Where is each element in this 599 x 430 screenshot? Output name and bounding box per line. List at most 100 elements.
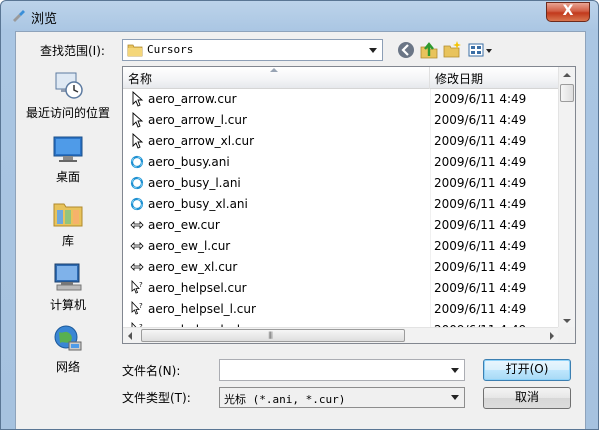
- file-name: aero_busy_xl.ani: [148, 197, 248, 211]
- file-name-label: 文件名(N):: [122, 364, 181, 378]
- scrollbar-corner: [558, 327, 575, 343]
- place-label: 计算机: [49, 298, 86, 312]
- file-row[interactable]: aero_ew.cur 2009/6/11 4:49: [123, 215, 559, 236]
- desktop-icon: [53, 136, 83, 162]
- file-row[interactable]: aero_arrow_xl.cur 2009/6/11 4:49: [123, 131, 559, 152]
- place-libraries[interactable]: 库: [16, 196, 120, 249]
- scroll-thumb[interactable]: |||: [141, 329, 405, 342]
- file-type-label: 文件类型(T):: [122, 391, 191, 405]
- window-title: 浏览: [31, 12, 58, 27]
- file-row[interactable]: ? aero_helpsel.cur 2009/6/11 4:49: [123, 278, 559, 299]
- scroll-thumb[interactable]: [560, 84, 574, 102]
- busy-cursor-icon: [130, 155, 144, 169]
- svg-text:?: ?: [139, 281, 143, 289]
- file-name: aero_busy.ani: [148, 155, 230, 169]
- recent-places-icon: [55, 72, 83, 99]
- file-date: 2009/6/11 4:49: [434, 260, 527, 274]
- file-rows: aero_arrow.cur 2009/6/11 4:49 aero_arrow_l…: [123, 89, 559, 329]
- look-in-value: Cursors: [147, 43, 194, 56]
- file-row[interactable]: aero_arrow.cur 2009/6/11 4:49: [123, 89, 559, 110]
- svg-text:?: ?: [139, 302, 143, 310]
- list-header: 名称 修改日期: [123, 67, 559, 89]
- help-cursor-icon: ?: [131, 280, 143, 294]
- place-label: 最近访问的位置: [25, 106, 110, 120]
- column-header-date[interactable]: 修改日期: [430, 67, 559, 89]
- file-name-combobox[interactable]: [219, 359, 465, 381]
- dialog-client: 查找范围(I): Cursors 最近访问的位置 桌面 库 计算机 网络 名称 …: [15, 31, 586, 429]
- file-row[interactable]: aero_busy_xl.ani 2009/6/11 4:49: [123, 194, 559, 215]
- busy-cursor-icon: [130, 176, 144, 190]
- look-in-label: 查找范围(I):: [40, 44, 105, 58]
- scroll-up-icon[interactable]: [563, 73, 571, 77]
- place-computer[interactable]: 计算机: [16, 260, 120, 313]
- file-row[interactable]: ? aero_helpsel_l.cur 2009/6/11 4:49: [123, 299, 559, 320]
- file-date: 2009/6/11 4:49: [434, 113, 527, 127]
- file-date: 2009/6/11 4:49: [434, 155, 527, 169]
- sort-ascending-icon: [270, 68, 278, 72]
- libraries-icon: [53, 203, 83, 227]
- places-bar: 最近访问的位置 桌面 库 计算机 网络: [16, 66, 120, 374]
- file-date: 2009/6/11 4:49: [434, 239, 527, 253]
- resize-ew-cursor-icon: [130, 221, 144, 229]
- place-network[interactable]: 网络: [16, 322, 120, 375]
- resize-ew-cursor-icon: [130, 242, 144, 250]
- title-bar[interactable]: 浏览 X: [1, 1, 598, 31]
- arrow-cursor-icon: [132, 91, 144, 107]
- file-name: aero_arrow_xl.cur: [148, 134, 255, 148]
- cancel-button[interactable]: 取消: [483, 387, 571, 409]
- folder-icon: [127, 44, 143, 57]
- busy-cursor-icon: [130, 197, 144, 211]
- place-recent[interactable]: 最近访问的位置: [16, 68, 120, 121]
- file-type-select[interactable]: 光标 (*.ani, *.cur): [219, 387, 465, 408]
- file-name: aero_ew_l.cur: [148, 239, 231, 253]
- place-desktop[interactable]: 桌面: [16, 132, 120, 185]
- file-row[interactable]: aero_ew_l.cur 2009/6/11 4:49: [123, 236, 559, 257]
- resize-ew-cursor-icon: [130, 263, 144, 271]
- vertical-scrollbar[interactable]: [558, 67, 575, 329]
- file-type-value: 光标 (*.ani, *.cur): [224, 393, 346, 406]
- horizontal-scrollbar[interactable]: |||: [123, 327, 559, 343]
- file-name: aero_ew_xl.cur: [148, 260, 238, 274]
- file-name: aero_arrow_l.cur: [148, 113, 247, 127]
- file-date: 2009/6/11 4:49: [434, 134, 527, 148]
- file-row[interactable]: aero_busy_l.ani 2009/6/11 4:49: [123, 173, 559, 194]
- place-label: 网络: [55, 360, 80, 374]
- file-date: 2009/6/11 4:49: [434, 302, 527, 316]
- file-name: aero_ew.cur: [148, 218, 220, 232]
- chevron-down-icon[interactable]: [451, 395, 459, 400]
- browse-icon: [13, 10, 25, 22]
- close-button[interactable]: X: [546, 2, 590, 22]
- file-date: 2009/6/11 4:49: [434, 176, 527, 190]
- open-button[interactable]: 打开(O): [483, 359, 571, 381]
- computer-icon: [54, 263, 82, 291]
- scroll-left-icon[interactable]: [128, 332, 132, 340]
- file-row[interactable]: aero_ew_xl.cur 2009/6/11 4:49: [123, 257, 559, 278]
- file-date: 2009/6/11 4:49: [434, 92, 527, 106]
- file-name: aero_helpsel_l.cur: [148, 302, 256, 316]
- scroll-down-icon[interactable]: [563, 319, 571, 323]
- file-date: 2009/6/11 4:49: [434, 197, 527, 211]
- place-label: 桌面: [55, 170, 80, 184]
- file-list[interactable]: 名称 修改日期 aero_arrow.cur 2009/6/11 4:49 aero…: [122, 66, 576, 344]
- column-header-name[interactable]: 名称: [123, 67, 430, 89]
- view-menu-icon[interactable]: [467, 40, 495, 60]
- file-row[interactable]: aero_busy.ani 2009/6/11 4:49: [123, 152, 559, 173]
- browse-dialog: 浏览 X 查找范围(I): Cursors 最近访问的位置 桌面 库 计算机 网…: [0, 0, 599, 430]
- arrow-cursor-icon: [132, 112, 144, 128]
- file-name: aero_helpsel.cur: [148, 281, 247, 295]
- new-folder-icon[interactable]: [442, 40, 462, 60]
- back-icon[interactable]: [396, 40, 416, 60]
- scroll-right-icon[interactable]: [550, 332, 554, 340]
- arrow-cursor-icon: [132, 133, 144, 149]
- look-in-combobox[interactable]: Cursors: [122, 39, 383, 61]
- place-label: 库: [61, 234, 74, 248]
- file-name-input[interactable]: [222, 362, 442, 378]
- chevron-down-icon[interactable]: [369, 48, 377, 53]
- file-name: aero_busy_l.ani: [148, 176, 241, 190]
- chevron-down-icon[interactable]: [451, 368, 459, 373]
- help-cursor-icon: ?: [131, 301, 143, 315]
- file-name: aero_arrow.cur: [148, 92, 237, 106]
- file-date: 2009/6/11 4:49: [434, 281, 527, 295]
- up-folder-icon[interactable]: [419, 40, 439, 60]
- file-row[interactable]: aero_arrow_l.cur 2009/6/11 4:49: [123, 110, 559, 131]
